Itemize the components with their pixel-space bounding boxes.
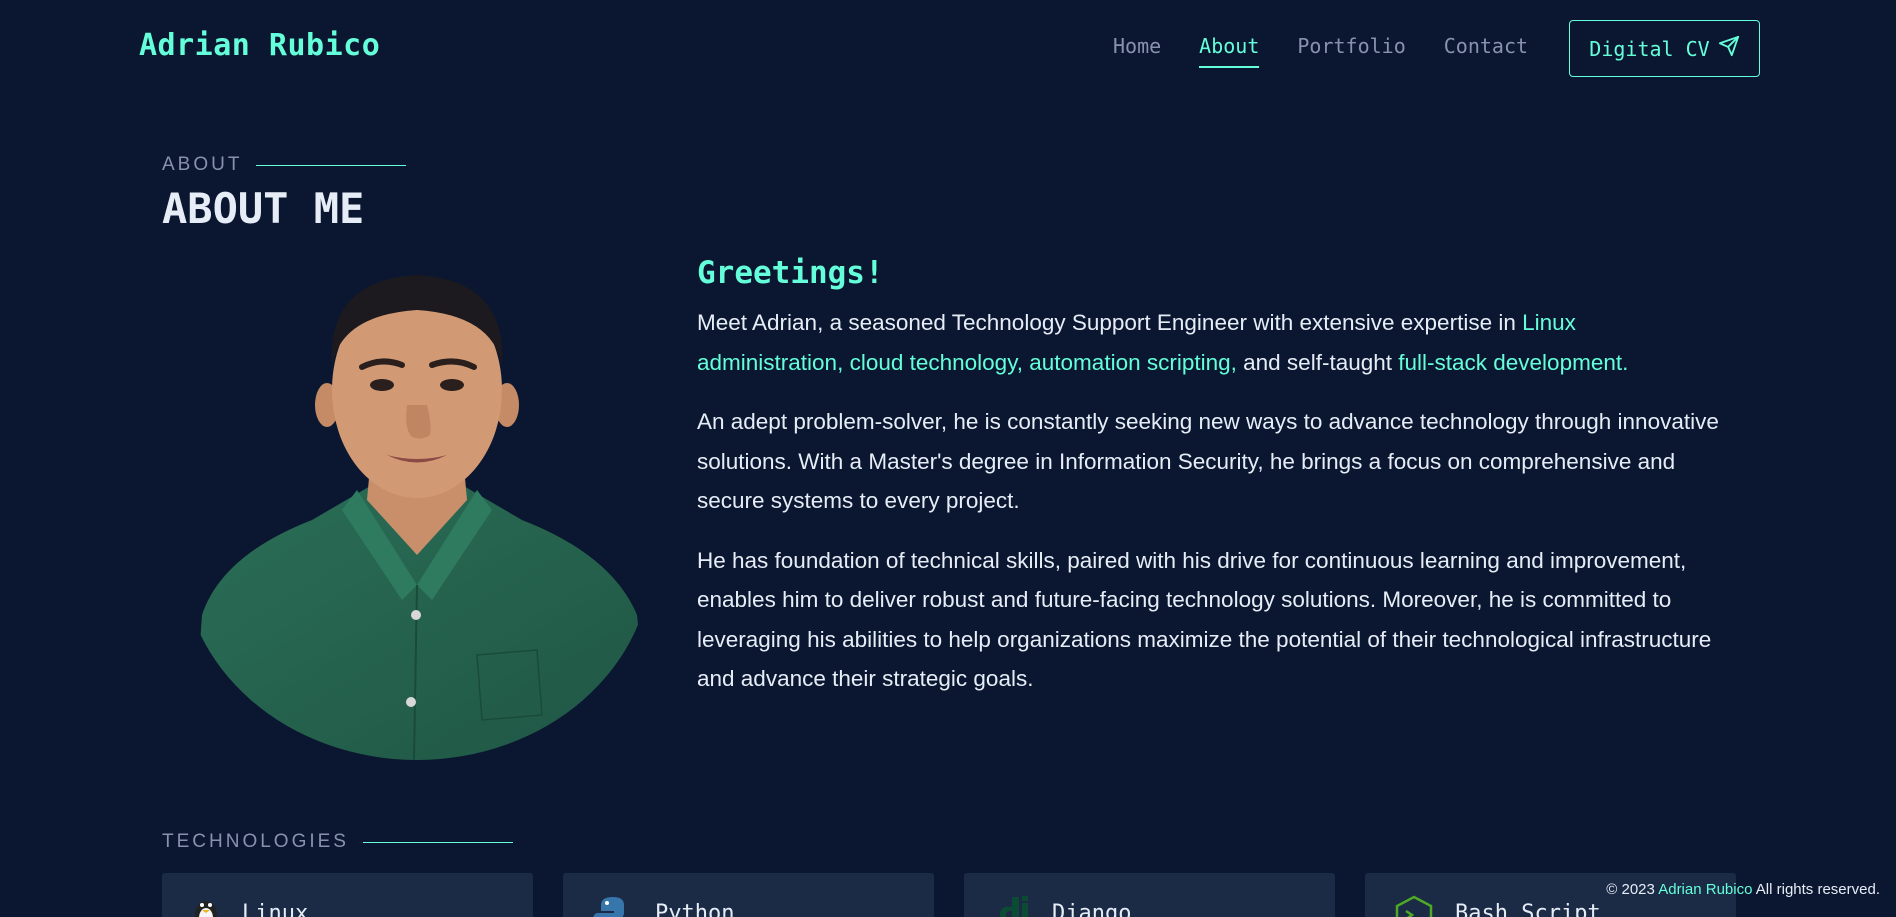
technologies-list: Linux Python Django Bash Script — [162, 873, 1736, 917]
tech-card-python: Python — [563, 873, 934, 917]
about-text: Greetings! Meet Adrian, a seasoned Techn… — [697, 255, 1727, 719]
p1-text-b: and self-taught — [1236, 349, 1399, 375]
digital-cv-label: Digital CV — [1589, 36, 1710, 61]
about-paragraph-1: Meet Adrian, a seasoned Technology Suppo… — [697, 303, 1727, 382]
brand-logo[interactable]: Adrian Rubico — [139, 28, 380, 63]
main-nav: Home About Portfolio Contact — [1113, 34, 1566, 68]
footer-suffix: All rights reserved. — [1752, 881, 1880, 898]
tech-name: Python — [655, 901, 735, 917]
about-eyebrow-label: ABOUT — [162, 154, 243, 175]
tech-name: Linux — [242, 901, 309, 917]
eyebrow-divider — [256, 164, 407, 166]
tech-name: Django — [1052, 901, 1132, 917]
technologies-eyebrow-label: TECHNOLOGIES — [162, 831, 349, 852]
technologies-eyebrow: TECHNOLOGIES — [162, 831, 513, 853]
tech-name: Bash Script — [1455, 901, 1601, 917]
tech-card-linux: Linux — [162, 873, 533, 917]
footer-name-link[interactable]: Adrian Rubico — [1658, 881, 1752, 898]
nav-portfolio[interactable]: Portfolio — [1297, 34, 1405, 58]
linux-penguin-icon — [192, 895, 220, 917]
tech-card-django: Django — [964, 873, 1335, 917]
about-paragraph-3: He has foundation of technical skills, p… — [697, 547, 1712, 692]
footer-copyright: © 2023 Adrian Rubico All rights reserved… — [1606, 881, 1880, 898]
django-icon — [994, 895, 1030, 917]
nav-home[interactable]: Home — [1113, 34, 1161, 58]
digital-cv-button[interactable]: Digital CV — [1569, 20, 1760, 77]
p1-text-a: Meet Adrian, a seasoned Technology Suppo… — [697, 310, 1523, 335]
greeting-heading: Greetings! — [697, 255, 884, 291]
nav-contact[interactable]: Contact — [1444, 34, 1528, 58]
bash-icon — [1395, 895, 1433, 917]
footer-prefix: © 2023 — [1606, 881, 1659, 898]
nav-about[interactable]: About — [1199, 34, 1260, 68]
profile-photo — [192, 255, 652, 760]
site-header: Adrian Rubico Home About Portfolio Conta… — [0, 0, 1896, 96]
about-eyebrow: ABOUT — [162, 154, 407, 176]
about-title: ABOUT ME — [162, 184, 365, 233]
eyebrow-divider — [362, 841, 513, 843]
python-icon — [593, 895, 633, 917]
paper-plane-icon — [1718, 35, 1740, 62]
about-paragraph-2: An adept problem-solver, he is constantl… — [697, 409, 1719, 513]
p1-highlight-fullstack: full-stack development. — [1398, 349, 1629, 375]
